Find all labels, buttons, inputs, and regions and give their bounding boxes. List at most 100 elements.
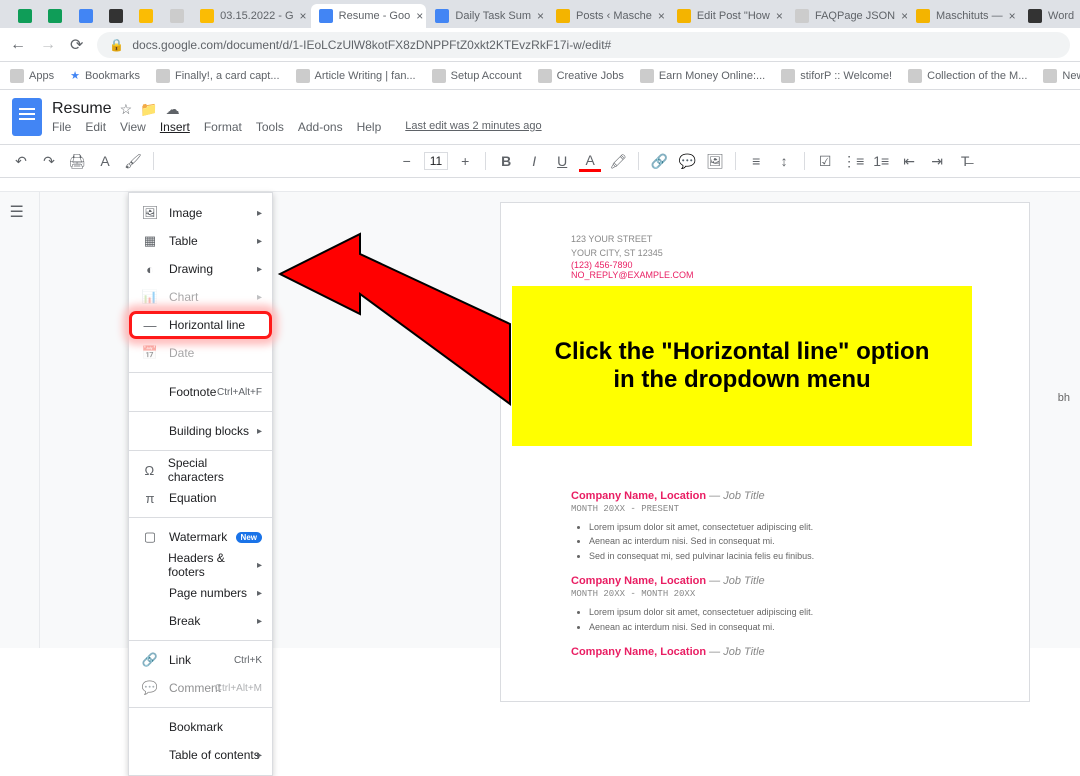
browser-tab[interactable]: 03.15.2022 - G× (192, 4, 310, 28)
font-size-input[interactable]: 11 (424, 152, 448, 170)
last-edit-status[interactable]: Last edit was 2 minutes ago (405, 120, 541, 134)
text-color-icon[interactable]: A (579, 150, 601, 172)
clear-format-icon[interactable]: T̶ (954, 150, 976, 172)
menu-item-drawing[interactable]: ◐Drawing▸ (129, 255, 272, 283)
browser-tab[interactable] (40, 4, 69, 28)
line-spacing-icon[interactable]: ↕ (773, 150, 795, 172)
address-bar[interactable]: 🔒 docs.google.com/document/d/1-IEoLCzUlW… (97, 32, 1070, 58)
spellcheck-icon[interactable]: A (94, 150, 116, 172)
menu-item-footnote[interactable]: FootnoteCtrl+Alt+F (129, 378, 272, 406)
checklist-icon[interactable]: ☑ (814, 150, 836, 172)
menu-item-page-numbers[interactable]: Page numbers▸ (129, 579, 272, 607)
menu-help[interactable]: Help (357, 120, 382, 134)
increase-size-icon[interactable]: + (454, 150, 476, 172)
browser-tab[interactable] (10, 4, 39, 28)
redo-icon[interactable]: ↷ (38, 150, 60, 172)
browser-tab[interactable] (101, 4, 130, 28)
tab-favicon (79, 9, 93, 23)
menu-label: Footnote (169, 385, 216, 399)
bookmark-item[interactable]: Creative Jobs (538, 69, 624, 83)
bookmark-item[interactable]: Earn Money Online:... (640, 69, 765, 83)
browser-tab[interactable]: Word (1020, 4, 1080, 28)
bookmark-item[interactable]: Setup Account (432, 69, 522, 83)
underline-icon[interactable]: U (551, 150, 573, 172)
menu-item-date[interactable]: 📅Date (129, 339, 272, 367)
close-icon[interactable]: × (776, 9, 783, 23)
bookmark-item[interactable]: stiforP :: Welcome! (781, 69, 892, 83)
browser-tab[interactable]: Edit Post "How× (669, 4, 786, 28)
menu-item-equation[interactable]: πEquation (129, 484, 272, 512)
browser-tab[interactable] (71, 4, 100, 28)
menu-insert[interactable]: Insert (160, 120, 190, 134)
italic-icon[interactable]: I (523, 150, 545, 172)
close-icon[interactable]: × (416, 9, 423, 23)
tab-label: Maschituts — (936, 10, 1003, 22)
print-icon[interactable]: 🖨 (66, 150, 88, 172)
menu-item-comment[interactable]: 💬CommentCtrl+Alt+M (129, 674, 272, 702)
link-icon[interactable]: 🔗 (648, 150, 670, 172)
docs-logo-icon[interactable] (12, 98, 42, 136)
close-icon[interactable]: × (658, 9, 665, 23)
bookmark-item[interactable]: Collection of the M... (908, 69, 1027, 83)
browser-tab[interactable] (162, 4, 191, 28)
outline-icon[interactable]: ☰ (10, 202, 30, 222)
paint-icon[interactable]: 🖌 (122, 150, 144, 172)
menu-item-chart[interactable]: 📊Chart▸ (129, 283, 272, 311)
cloud-icon[interactable]: ☁ (166, 101, 180, 118)
document-page[interactable]: 123 YOUR STREET YOUR CITY, ST 12345 (123… (500, 202, 1030, 702)
highlight-icon[interactable]: 🖍 (607, 150, 629, 172)
menu-item-special-chars[interactable]: ΩSpecial characters (129, 456, 272, 484)
callout-text: Click the "Horizontal line" option in th… (542, 338, 942, 394)
star-icon[interactable]: ☆ (120, 101, 133, 118)
bookmark-label: New Subscriber | Al... (1062, 70, 1080, 82)
bookmarks-folder[interactable]: ★Bookmarks (70, 69, 140, 82)
browser-tab[interactable]: Daily Task Sum× (427, 4, 547, 28)
menu-item-table[interactable]: ▦Table▸ (129, 227, 272, 255)
browser-tab[interactable]: Maschituts — × (908, 4, 1019, 28)
image-icon[interactable]: 🖼 (704, 150, 726, 172)
document-title[interactable]: Resume (52, 100, 112, 118)
bullet-list-icon[interactable]: ⋮≡ (842, 150, 864, 172)
close-icon[interactable]: × (1009, 9, 1016, 23)
back-button[interactable]: ← (10, 36, 26, 54)
menu-view[interactable]: View (120, 120, 146, 134)
decrease-size-icon[interactable]: − (396, 150, 418, 172)
browser-tab[interactable]: Posts ‹ Masche× (548, 4, 668, 28)
close-icon[interactable]: × (901, 9, 907, 23)
increase-indent-icon[interactable]: ⇥ (926, 150, 948, 172)
reload-button[interactable]: ⟳ (70, 35, 83, 55)
watermark-icon: ▢ (141, 529, 159, 545)
menu-tools[interactable]: Tools (256, 120, 284, 134)
menu-item-watermark[interactable]: ▢WatermarkNew (129, 523, 272, 551)
align-left-icon[interactable]: ≡ (745, 150, 767, 172)
browser-tab-active[interactable]: Resume - Goo× (311, 4, 427, 28)
menu-edit[interactable]: Edit (85, 120, 106, 134)
close-icon[interactable]: × (537, 9, 544, 23)
bookmark-item[interactable]: Article Writing | fan... (296, 69, 416, 83)
bookmark-item[interactable]: Finally!, a card capt... (156, 69, 280, 83)
menu-item-toc[interactable]: Table of contents▸ (129, 741, 272, 769)
forward-button[interactable]: → (40, 36, 56, 54)
menu-item-link[interactable]: 🔗LinkCtrl+K (129, 646, 272, 674)
menu-format[interactable]: Format (204, 120, 242, 134)
close-icon[interactable]: × (300, 9, 307, 23)
move-icon[interactable]: 📁 (140, 101, 157, 118)
menu-item-image[interactable]: 🖼Image▸ (129, 199, 272, 227)
menu-item-headers-footers[interactable]: Headers & footers▸ (129, 551, 272, 579)
apps-button[interactable]: Apps (10, 69, 54, 83)
menu-item-horizontal-line[interactable]: —Horizontal line (129, 311, 272, 339)
browser-tab[interactable] (131, 4, 160, 28)
browser-tab[interactable]: FAQPage JSON× (787, 4, 907, 28)
ruler[interactable] (0, 178, 1080, 192)
menu-addons[interactable]: Add-ons (298, 120, 343, 134)
decrease-indent-icon[interactable]: ⇤ (898, 150, 920, 172)
bookmark-item[interactable]: New Subscriber | Al... (1043, 69, 1080, 83)
undo-icon[interactable]: ↶ (10, 150, 32, 172)
bold-icon[interactable]: B (495, 150, 517, 172)
numbered-list-icon[interactable]: 1≡ (870, 150, 892, 172)
menu-file[interactable]: File (52, 120, 71, 134)
menu-item-break[interactable]: Break▸ (129, 607, 272, 635)
menu-item-building-blocks[interactable]: Building blocks▸ (129, 417, 272, 445)
menu-item-bookmark[interactable]: Bookmark (129, 713, 272, 741)
comment-icon[interactable]: 💬 (676, 150, 698, 172)
